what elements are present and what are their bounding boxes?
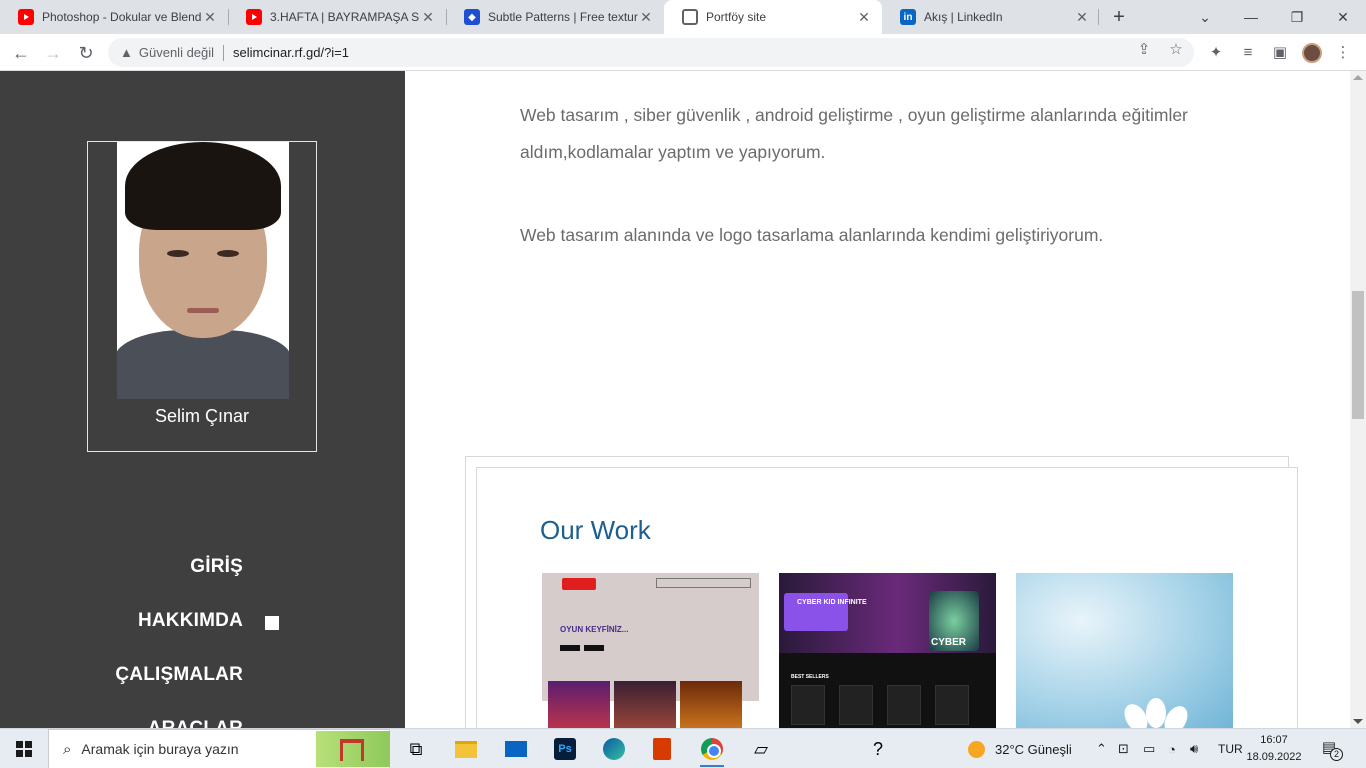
windows-taskbar: ⌕ Aramak için buraya yazın ⧉ Ps ▱ ? 32°C… bbox=[0, 728, 1366, 768]
work-thumbnail-cyber-kid[interactable]: CYBER KID INFINITE CYBER BEST SELLERS bbox=[779, 573, 996, 728]
thumbnail-logo-text: CYBER bbox=[931, 637, 967, 648]
close-icon[interactable]: ✕ bbox=[202, 9, 218, 25]
minimize-button[interactable]: — bbox=[1228, 0, 1274, 34]
search-highlight-image[interactable] bbox=[316, 731, 390, 767]
edge-icon[interactable] bbox=[598, 733, 630, 765]
youtube-icon bbox=[18, 9, 34, 25]
windows-logo-icon bbox=[16, 741, 32, 757]
subtle-patterns-icon: ◆ bbox=[464, 9, 480, 25]
tab-title: 3.HAFTA | BAYRAMPAŞA SPOR bbox=[270, 10, 420, 24]
tab-linkedin[interactable]: in Akış | LinkedIn ✕ bbox=[882, 0, 1100, 34]
chrome-icon[interactable] bbox=[696, 733, 728, 767]
tab-subtle-patterns[interactable]: ◆ Subtle Patterns | Free textures ✕ bbox=[446, 0, 664, 34]
menu-icon[interactable]: ⋮ bbox=[1334, 44, 1352, 62]
tab-title: Portföy site bbox=[706, 10, 767, 24]
scroll-thumb[interactable] bbox=[1352, 291, 1364, 419]
nav-item-araclar[interactable]: ARAÇLAR bbox=[148, 718, 243, 728]
nav-item-giris[interactable]: GİRİŞ bbox=[190, 556, 243, 578]
extensions-icon[interactable]: ✦ bbox=[1207, 44, 1225, 62]
office-icon[interactable] bbox=[646, 733, 678, 765]
weather-text: 32°C Güneşli bbox=[995, 741, 1072, 757]
warning-icon[interactable]: ▲ bbox=[120, 45, 133, 60]
thumbnail-section-label: BEST SELLERS bbox=[791, 674, 829, 680]
youtube-icon bbox=[246, 9, 262, 25]
thumbnail-card-text: CYBER KID INFINITE bbox=[797, 599, 867, 606]
weather-widget[interactable]: 32°C Güneşli bbox=[968, 729, 1072, 768]
forward-button[interactable]: → bbox=[40, 40, 66, 66]
sidebar: Selim Çınar GİRİŞ HAKKIMDA ÇALIŞMALAR AR… bbox=[0, 71, 405, 728]
start-button[interactable] bbox=[0, 729, 48, 768]
clock[interactable]: 16:07 18.09.2022 bbox=[1246, 732, 1302, 766]
work-thumbnail-game-site[interactable]: OYUN KEYFİNİZ... bbox=[542, 573, 759, 728]
battery-icon[interactable]: ▭ bbox=[1143, 729, 1155, 768]
tab-title: Photoshop - Dokular ve Blender bbox=[42, 10, 202, 24]
volume-icon[interactable]: 🔊︎ bbox=[1190, 729, 1198, 768]
profile-card: Selim Çınar bbox=[87, 141, 317, 452]
page-scrollbar[interactable] bbox=[1350, 71, 1366, 728]
tab-title: Akış | LinkedIn bbox=[924, 10, 1003, 24]
security-label[interactable]: Güvenli değil bbox=[139, 45, 214, 60]
photoshop-icon[interactable]: Ps bbox=[549, 733, 581, 765]
sun-icon bbox=[968, 740, 985, 758]
thumbnail-heading: OYUN KEYFİNİZ... bbox=[560, 625, 629, 634]
url-text[interactable]: selimcinar.rf.gd/?i=1 bbox=[233, 45, 349, 60]
notepad-icon[interactable]: ▱ bbox=[745, 733, 777, 765]
close-window-button[interactable]: ✕ bbox=[1320, 0, 1366, 34]
restore-button[interactable]: ❐ bbox=[1274, 0, 1320, 34]
search-icon: ⌕ bbox=[63, 740, 72, 758]
file-explorer-icon[interactable] bbox=[450, 733, 482, 765]
profile-avatar[interactable] bbox=[1302, 43, 1322, 63]
media-control-icon[interactable]: ≡ bbox=[1239, 44, 1257, 62]
bookmark-star-icon[interactable]: ☆ bbox=[1167, 41, 1185, 59]
show-hidden-icons[interactable]: ⌃ bbox=[1096, 729, 1107, 768]
nav-item-hakkimda[interactable]: HAKKIMDA bbox=[138, 610, 243, 632]
web-page: Selim Çınar GİRİŞ HAKKIMDA ÇALIŞMALAR AR… bbox=[0, 71, 1350, 728]
notification-badge: 2 bbox=[1330, 748, 1343, 761]
about-paragraph-1: Web tasarım , siber güvenlik , android g… bbox=[520, 105, 1188, 162]
notification-center-icon[interactable]: ▤ 2 bbox=[1318, 738, 1343, 761]
address-bar[interactable]: ▲ Güvenli değil selimcinar.rf.gd/?i=1 bbox=[108, 38, 1194, 67]
about-paragraph-2: Web tasarım alanında ve logo tasarlama a… bbox=[520, 225, 1104, 245]
active-nav-marker bbox=[265, 616, 279, 630]
globe-icon bbox=[682, 9, 698, 25]
new-tab-button[interactable]: + bbox=[1108, 6, 1130, 28]
help-icon[interactable]: ? bbox=[862, 733, 894, 765]
clock-time: 16:07 bbox=[1260, 734, 1288, 746]
tab-portfoy-site[interactable]: Portföy site ✕ bbox=[664, 0, 882, 34]
work-title: Our Work bbox=[540, 515, 651, 545]
scroll-up-arrow[interactable] bbox=[1353, 75, 1363, 80]
browser-tab-strip: Photoshop - Dokular ve Blender ✕ 3.HAFTA… bbox=[0, 0, 1366, 34]
scroll-down-arrow[interactable] bbox=[1353, 719, 1363, 724]
close-icon[interactable]: ✕ bbox=[1074, 9, 1090, 25]
close-icon[interactable]: ✕ bbox=[420, 9, 436, 25]
clock-date: 18.09.2022 bbox=[1246, 751, 1302, 763]
network-device-icon[interactable]: ⊡ bbox=[1118, 729, 1129, 768]
tab-separator bbox=[1098, 9, 1099, 25]
divider bbox=[223, 44, 225, 61]
tab-search-button[interactable]: ⌄ bbox=[1182, 0, 1228, 34]
tab-photoshop[interactable]: Photoshop - Dokular ve Blender ✕ bbox=[0, 0, 228, 34]
search-placeholder: Aramak için buraya yazın bbox=[81, 741, 239, 757]
profile-photo bbox=[117, 142, 289, 399]
tab-bayrampasa[interactable]: 3.HAFTA | BAYRAMPAŞA SPOR ✕ bbox=[228, 0, 446, 34]
back-button[interactable]: ← bbox=[8, 40, 34, 66]
profile-name: Selim Çınar bbox=[154, 406, 250, 426]
language-indicator[interactable]: TUR bbox=[1218, 729, 1243, 768]
task-view-icon[interactable]: ⧉ bbox=[400, 733, 432, 765]
share-icon[interactable]: ⇪ bbox=[1135, 41, 1153, 59]
work-thumbnail-flower[interactable] bbox=[1016, 573, 1233, 728]
browser-toolbar: ← → ↻ ▲ Güvenli değil selimcinar.rf.gd/?… bbox=[0, 34, 1366, 71]
tab-title: Subtle Patterns | Free textures bbox=[488, 10, 638, 24]
mail-icon[interactable] bbox=[500, 733, 532, 765]
linkedin-icon: in bbox=[900, 9, 916, 25]
side-panel-icon[interactable]: ▣ bbox=[1271, 44, 1289, 62]
nav-item-calismalar[interactable]: ÇALIŞMALAR bbox=[115, 664, 243, 686]
close-icon[interactable]: ✕ bbox=[856, 9, 872, 25]
reload-button[interactable]: ↻ bbox=[73, 40, 99, 66]
close-icon[interactable]: ✕ bbox=[638, 9, 654, 25]
wifi-icon[interactable]: ◔ bbox=[1168, 729, 1176, 768]
